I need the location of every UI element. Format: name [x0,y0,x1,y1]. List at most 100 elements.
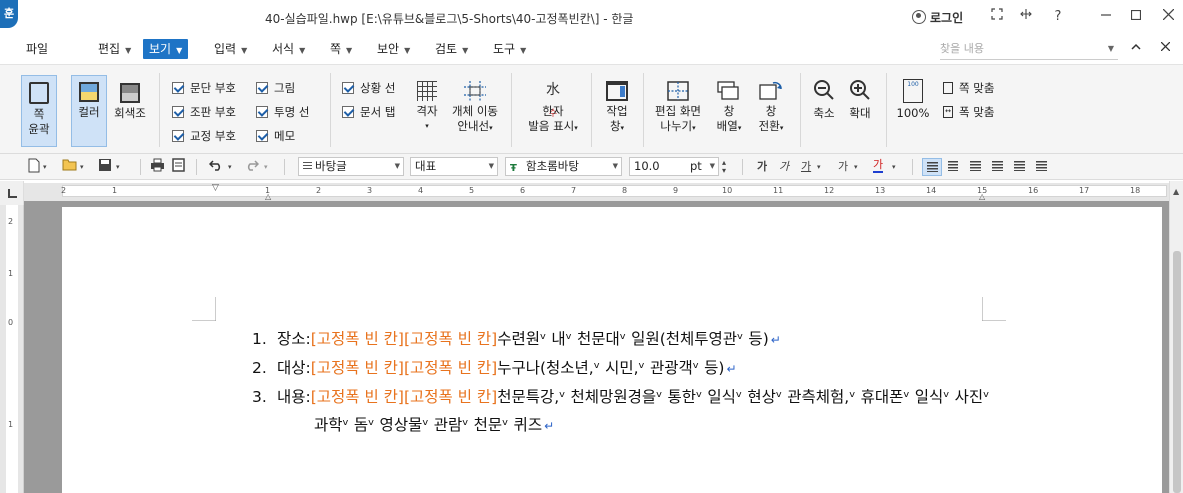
chevron-down-icon[interactable]: ▼ [613,158,618,175]
checkbox-paragraph-mark[interactable]: 문단 부호 [172,80,236,96]
checkbox-proofread-mark[interactable]: 교정 부호 [172,128,236,144]
checkbox-control-code[interactable]: 조판 부호 [172,104,236,120]
align-center-button[interactable] [966,158,986,176]
chevron-down-icon: ▼ [404,46,411,55]
checkbox-memo[interactable]: 메모 [256,128,295,144]
chevron-down-icon[interactable]: ▼ [1108,40,1114,58]
chevron-down-icon[interactable]: ▾ [43,158,47,176]
checkbox-document-tab[interactable]: 문서 탭 [342,104,395,120]
menu-insert[interactable]: 입력 ▼ [214,39,247,59]
fit-width-icon: ↔ [943,106,953,118]
close-icon[interactable] [1156,6,1180,28]
checkbox-transparent-line[interactable]: 투명 선 [256,104,309,120]
checkbox-status-line[interactable]: 상황 선 [342,80,395,96]
menu-edit[interactable]: 편집 ▼ [98,39,131,59]
page-outline-button[interactable]: 쪽 윤곽 [21,75,57,147]
chevron-down-icon[interactable]: ▾ [817,158,821,176]
zoom-out-button[interactable]: 축소 [808,79,840,133]
ruler-corner[interactable] [0,181,24,205]
menu-label: 서식 [272,42,295,56]
align-justify-button[interactable] [922,158,942,176]
maximize-icon[interactable] [1124,6,1148,28]
chevron-down-icon[interactable]: ▾ [264,158,268,176]
undo-icon[interactable] [208,158,223,176]
help-icon[interactable]: ? [1046,6,1070,28]
arrange-windows-button[interactable]: 창 배열▾ [712,77,746,147]
ribbon-toggle-icon[interactable] [1014,6,1038,28]
print-preview-icon[interactable] [172,158,185,176]
chevron-down-icon[interactable]: ▾ [892,158,896,176]
chevron-down-icon[interactable]: ▾ [854,158,858,176]
split-view-button[interactable]: 편집 화면 나누기▾ [650,77,706,147]
underline-button[interactable]: 가 [801,158,811,176]
align-distribute-button[interactable] [1010,158,1030,176]
object-guide-button[interactable]: 개체 이동 안내선▾ [448,77,502,147]
menu-tools[interactable]: 도구 ▼ [493,39,526,59]
menu-label: 도구 [493,42,516,56]
checkbox-picture[interactable]: 그림 [256,80,295,96]
strikethrough-button[interactable]: 가 [838,158,848,176]
italic-button[interactable]: 가 [779,158,789,176]
horizontal-ruler[interactable]: 2 1 1 2 3 4 5 6 7 8 9 10 11 12 13 14 15 … [24,183,1169,201]
chevron-down-icon[interactable]: ▼ [489,158,494,175]
left-indent-marker[interactable]: △ [265,192,271,201]
close-document-icon[interactable] [1160,40,1171,54]
menu-format[interactable]: 서식 ▼ [272,39,305,59]
save-icon[interactable] [98,158,112,176]
scrollbar-thumb[interactable] [1173,251,1181,493]
bold-button[interactable]: 가 [757,158,767,176]
print-icon[interactable] [150,158,165,176]
align-right-button[interactable] [988,158,1008,176]
grid-icon [417,81,437,101]
font-size-input[interactable]: 10.0 pt ▼ [629,157,719,176]
zoom-in-button[interactable]: 확대 [844,79,876,133]
align-split-button[interactable] [1032,158,1052,176]
chevron-down-icon[interactable]: ▾ [116,158,120,176]
task-pane-button[interactable]: 작업 창▾ [600,77,634,147]
first-line-indent-marker[interactable]: ▽ [212,183,219,193]
item-text: 천문특강,ᵛ 천체망원경을ᵛ 통한ᵛ 일식ᵛ 현상ᵛ 관측체험,ᵛ 휴대폰ᵛ 일… [497,388,990,406]
search-input[interactable]: 찾을 내용 ▼ [940,40,1118,60]
scroll-up-icon[interactable]: ▲ [1173,187,1179,196]
vertical-ruler[interactable]: 2 1 0 1 [0,205,24,493]
menu-label: 쪽 [330,42,342,56]
align-left-button[interactable] [944,158,964,176]
document-page[interactable]: 1. 장소:[고정폭 빈 칸][고정폭 빈 칸]수련원ᵛ 내ᵛ 천문대ᵛ 일원(… [62,207,1162,493]
minimize-icon[interactable] [1094,6,1118,28]
vertical-scrollbar[interactable]: ▲ [1169,181,1183,493]
chevron-down-icon[interactable]: ▼ [710,158,715,175]
ruler-number: 16 [1028,186,1039,195]
redo-icon[interactable] [245,158,260,176]
right-indent-marker[interactable]: △ [979,192,985,201]
align-center-icon [970,161,981,171]
font-select[interactable]: Ŧ 함초롬바탕 ▼ [505,157,622,176]
grid-button[interactable]: 격자 ▾ [411,77,443,147]
chevron-down-icon[interactable]: ▾ [80,158,84,176]
document-body[interactable]: 1. 장소:[고정폭 빈 칸][고정폭 빈 칸]수련원ᵛ 내ᵛ 천문대ᵛ 일원(… [252,325,990,440]
menu-page[interactable]: 쪽 ▼ [330,39,352,59]
login-button[interactable]: 로그인 [912,7,963,27]
chevron-down-icon[interactable]: ▼ [395,158,400,175]
menu-review[interactable]: 검토 ▼ [435,39,468,59]
script-select[interactable]: 대표 ▼ [410,157,498,176]
font-size-stepper[interactable]: ▴ ▾ [722,159,726,177]
zoom-100-button[interactable]: 100 100% [894,79,932,133]
switch-window-button[interactable]: 창 전환▾ [754,77,788,147]
new-document-icon[interactable] [28,158,40,176]
color-view-button[interactable]: 컬러 [71,75,107,147]
menu-security[interactable]: 보안 ▼ [377,39,410,59]
fixed-width-blank: [고정폭 빈 칸] [310,359,404,377]
chevron-down-icon[interactable]: ▾ [228,158,232,176]
menu-file[interactable]: 파일 [26,39,48,59]
menu-view[interactable]: 보기 ▼ [143,39,189,59]
grayscale-button[interactable]: 회색조 [111,75,149,147]
margin-corner-mark [982,297,1006,321]
fullscreen-icon[interactable] [985,6,1009,28]
font-color-button[interactable]: 가 [873,158,884,173]
fit-page-button[interactable]: 쪽 맞춤 [943,80,994,96]
collapse-ribbon-icon[interactable] [1131,40,1141,54]
open-folder-icon[interactable] [62,158,78,176]
fit-width-button[interactable]: ↔ 폭 맞춤 [943,104,994,120]
hanja-pronunciation-button[interactable]: 水수 한자 발음 표시▾ [522,77,584,147]
style-select[interactable]: 바탕글 ▼ [298,157,404,176]
